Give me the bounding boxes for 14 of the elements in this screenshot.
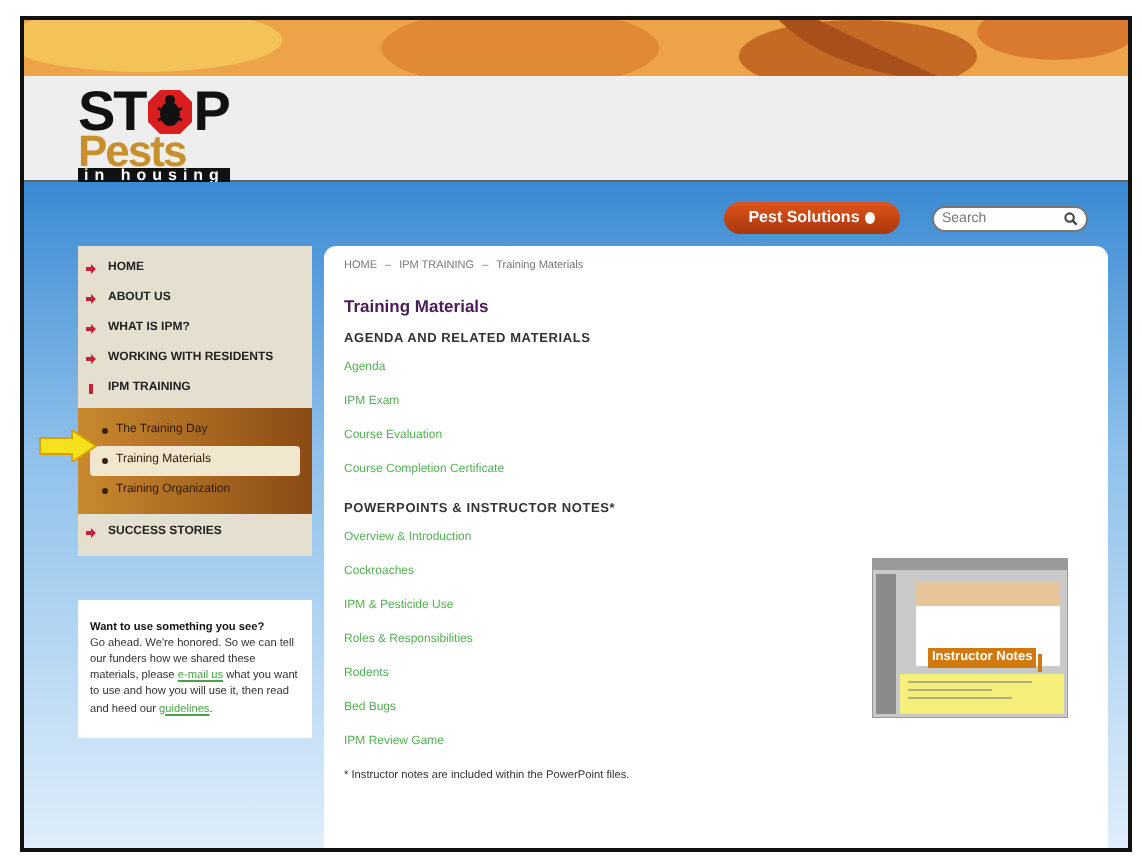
arrow-icon [38,430,98,462]
search-icon[interactable] [1064,211,1078,225]
bullet-icon [102,488,108,494]
arrow-icon [86,294,96,304]
bullet-icon [102,458,108,464]
arrow-icon [86,324,96,334]
page-title: Training Materials [344,294,491,320]
logo-text: P [193,84,229,140]
pest-solutions-button[interactable]: Pest Solutions [724,202,900,234]
bullet-icon [102,428,108,434]
stop-sign-bug-icon [145,88,194,136]
arrow-icon [86,528,96,538]
arrow-icon [86,264,96,274]
arrow-icon [86,354,96,364]
